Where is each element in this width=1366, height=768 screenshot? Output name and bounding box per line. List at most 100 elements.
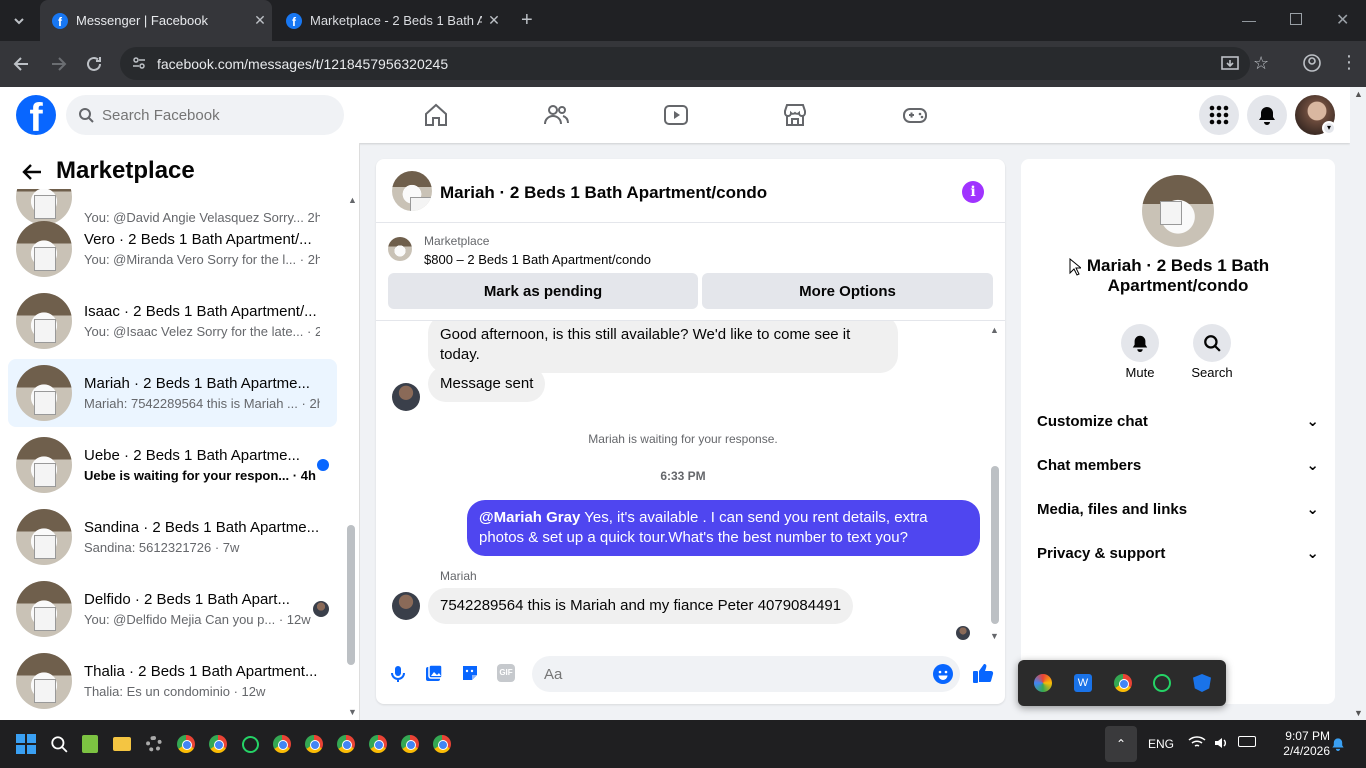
friends-icon[interactable]	[542, 101, 570, 129]
media-files-links-section[interactable]: Media, files and links ⌄	[1037, 489, 1319, 529]
facebook-logo-icon[interactable]: f	[16, 95, 56, 135]
wifi-icon[interactable]	[1188, 735, 1206, 749]
info-icon[interactable]: i	[962, 181, 984, 203]
close-window-icon[interactable]: ✕	[1336, 10, 1349, 30]
site-info-icon[interactable]	[131, 55, 147, 71]
marketplace-icon[interactable]	[781, 101, 809, 129]
app-tray-icon[interactable]	[1034, 674, 1052, 692]
scroll-down-icon[interactable]: ▼	[990, 631, 999, 641]
scroll-down-icon[interactable]: ▼	[348, 707, 357, 717]
language-indicator[interactable]: ENG	[1148, 737, 1174, 751]
conversation-item[interactable]: Thalia · 2 Beds 1 Bath Apartment... Thal…	[8, 647, 337, 715]
chrome-taskbar-icon[interactable]	[366, 732, 390, 756]
chevron-down-icon[interactable]: ▾	[1322, 121, 1336, 135]
profile-icon[interactable]	[1302, 53, 1322, 73]
file-explorer-icon[interactable]	[110, 732, 134, 756]
chrome-taskbar-icon[interactable]	[270, 732, 294, 756]
network-tray-icon[interactable]: W	[1074, 674, 1092, 692]
mark-as-pending-button[interactable]: Mark as pending	[388, 273, 698, 309]
customize-chat-section[interactable]: Customize chat ⌄	[1037, 401, 1319, 441]
clock[interactable]: 9:07 PM 2/4/2026	[1270, 729, 1330, 759]
chat-avatar[interactable]	[392, 171, 432, 211]
search-box[interactable]	[66, 95, 344, 135]
message-bubble-outgoing[interactable]: @Mariah Gray Yes, it's available . I can…	[467, 500, 980, 556]
chrome-taskbar-icon[interactable]	[430, 732, 454, 756]
whatsapp-tray-icon[interactable]	[1153, 674, 1171, 692]
conversation-item[interactable]: Vero · 2 Beds 1 Bath Apartment/... You: …	[8, 215, 337, 283]
listing-thumbnail-small[interactable]	[388, 237, 412, 261]
gaming-icon[interactable]	[901, 101, 929, 129]
more-options-button[interactable]: More Options	[702, 273, 993, 309]
scroll-up-icon[interactable]: ▲	[348, 195, 357, 205]
battery-icon[interactable]	[1238, 736, 1256, 747]
volume-icon[interactable]	[1213, 735, 1229, 751]
install-app-icon[interactable]	[1220, 54, 1240, 74]
conversation-item[interactable]: Delfido · 2 Beds 1 Bath Apart... You: @D…	[8, 575, 337, 643]
url-text[interactable]: facebook.com/messages/t/1218457956320245	[157, 56, 448, 72]
windows-start-icon[interactable]	[14, 732, 38, 756]
menu-grid-icon[interactable]	[1199, 95, 1239, 135]
chrome-taskbar-icon[interactable]	[174, 732, 198, 756]
notepad-icon[interactable]	[78, 732, 102, 756]
reload-icon[interactable]	[84, 54, 104, 74]
privacy-support-section[interactable]: Privacy & support ⌄	[1037, 533, 1319, 573]
maximize-icon[interactable]	[1290, 13, 1302, 25]
home-icon[interactable]	[422, 101, 450, 129]
listing-avatar-large[interactable]	[1142, 175, 1214, 247]
message-bubble-incoming[interactable]: Message sent	[428, 366, 546, 402]
mention[interactable]: @Mariah Gray	[479, 509, 580, 526]
close-tab-icon[interactable]: ✕	[248, 12, 272, 29]
chat-members-section[interactable]: Chat members ⌄	[1037, 445, 1319, 485]
message-bubble-incoming[interactable]: 7542289564 this is Mariah and my fiance …	[428, 588, 854, 624]
security-tray-icon[interactable]	[1193, 674, 1211, 692]
notification-bell-icon[interactable]	[1331, 736, 1345, 752]
taskbar-search-icon[interactable]	[47, 732, 71, 756]
notifications-bell-icon[interactable]	[1247, 95, 1287, 135]
emoji-icon[interactable]	[933, 664, 953, 684]
gif-icon[interactable]: GIF	[497, 664, 515, 682]
conversation-item[interactable]: Uebe · 2 Beds 1 Bath Apartme... Uebe is …	[8, 431, 337, 499]
tab-search-icon[interactable]	[10, 12, 28, 30]
settings-gear-icon[interactable]	[142, 732, 166, 756]
list-scrollbar-thumb[interactable]	[347, 525, 355, 665]
chrome-taskbar-icon[interactable]	[334, 732, 358, 756]
page-scrollbar[interactable]: ▲ ▼	[1350, 87, 1366, 720]
minimize-icon[interactable]: —	[1242, 12, 1256, 28]
new-tab-icon[interactable]: +	[521, 10, 541, 30]
chrome-taskbar-icon[interactable]	[206, 732, 230, 756]
photo-icon[interactable]	[425, 664, 443, 682]
chrome-menu-icon[interactable]: ⋮	[1340, 53, 1358, 71]
back-arrow-icon[interactable]	[22, 163, 42, 181]
tab-marketplace[interactable]: f Marketplace - 2 Beds 1 Bath Ap ✕	[274, 0, 506, 41]
mute-bell-icon[interactable]	[1121, 324, 1159, 362]
conversation-item[interactable]: Isaac · 2 Beds 1 Bath Apartment/... You:…	[8, 287, 337, 355]
forward-icon[interactable]	[48, 54, 68, 74]
chrome-tray-icon[interactable]	[1114, 674, 1132, 692]
tab-messenger[interactable]: f Messenger | Facebook ✕	[40, 0, 272, 41]
sender-avatar[interactable]	[392, 383, 420, 411]
bookmark-star-icon[interactable]: ☆	[1253, 53, 1269, 74]
search-input[interactable]	[102, 106, 322, 124]
close-tab-icon[interactable]: ✕	[482, 12, 506, 29]
search-icon[interactable]	[1193, 324, 1231, 362]
chat-title[interactable]: Mariah · 2 Beds 1 Bath Apartment/condo	[440, 183, 767, 203]
chrome-taskbar-icon[interactable]	[302, 732, 326, 756]
chrome-taskbar-icon[interactable]	[398, 732, 422, 756]
omnibox[interactable]: facebook.com/messages/t/1218457956320245	[120, 47, 1250, 80]
message-input[interactable]	[532, 656, 960, 692]
search-label[interactable]: Search	[1187, 365, 1237, 380]
mute-label[interactable]: Mute	[1115, 365, 1165, 380]
conversation-item[interactable]: Sandina · 2 Beds 1 Bath Apartme... Sandi…	[8, 503, 337, 571]
microphone-icon[interactable]	[390, 665, 406, 683]
sender-avatar[interactable]	[392, 592, 420, 620]
back-icon[interactable]	[12, 54, 32, 74]
show-hidden-icons-chevron-icon[interactable]: ⌃	[1105, 726, 1137, 762]
thread-scrollbar-thumb[interactable]	[991, 466, 999, 624]
conversation-item-selected[interactable]: Mariah · 2 Beds 1 Bath Apartme... Mariah…	[8, 359, 337, 427]
whatsapp-icon[interactable]	[238, 732, 262, 756]
listing-detail[interactable]: $800 – 2 Beds 1 Bath Apartment/condo	[424, 252, 651, 267]
watch-icon[interactable]	[662, 101, 690, 129]
scroll-up-icon[interactable]: ▲	[990, 325, 999, 335]
sticker-icon[interactable]	[461, 664, 479, 682]
like-thumbs-up-icon[interactable]	[972, 662, 994, 684]
